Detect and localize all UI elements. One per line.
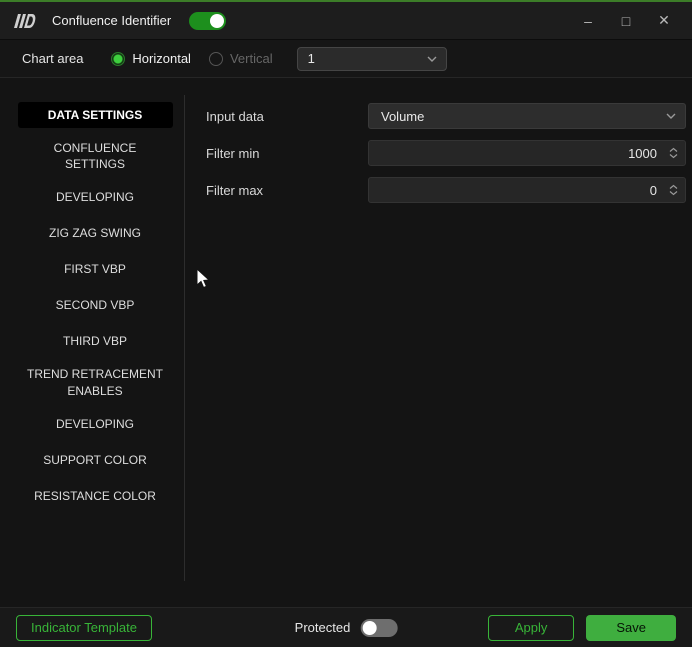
sidebar-divider — [184, 95, 185, 581]
sidebar-item-support-color[interactable]: SUPPORT COLOR — [18, 447, 173, 473]
window-title: Confluence Identifier — [52, 13, 171, 28]
toggle-knob — [210, 14, 224, 28]
minimize-icon[interactable]: – — [574, 7, 602, 35]
protected-label: Protected — [295, 620, 351, 635]
settings-window: Confluence Identifier – □ ✕ Chart area H… — [0, 0, 692, 647]
sidebar-item-third-vbp[interactable]: THIRD VBP — [18, 328, 173, 354]
chart-area-number-value: 1 — [308, 51, 315, 66]
chart-area-row: Chart area Horizontal Vertical 1 — [0, 40, 692, 78]
number-spinner-icon[interactable] — [669, 148, 678, 159]
sidebar-item-developing-1[interactable]: DEVELOPING — [18, 184, 173, 210]
input-data-dropdown[interactable]: Volume — [368, 103, 686, 129]
radio-horizontal-icon — [111, 52, 125, 66]
title-bar: Confluence Identifier – □ ✕ — [0, 2, 692, 40]
toggle-knob — [362, 621, 376, 635]
input-data-row: Input data Volume — [206, 103, 686, 129]
settings-panel: Input data Volume Filter min 1000 — [190, 78, 692, 607]
filter-min-row: Filter min 1000 — [206, 140, 686, 166]
chart-area-number-dropdown[interactable]: 1 — [297, 47, 447, 71]
footer-actions: Apply Save — [488, 615, 676, 641]
save-button[interactable]: Save — [586, 615, 676, 641]
radio-vertical-label: Vertical — [230, 51, 273, 66]
input-data-value: Volume — [381, 109, 424, 124]
sidebar-item-resistance-color[interactable]: RESISTANCE COLOR — [18, 483, 173, 509]
radio-horizontal[interactable]: Horizontal — [111, 51, 191, 66]
filter-min-value: 1000 — [628, 146, 657, 161]
apply-button[interactable]: Apply — [488, 615, 575, 641]
sidebar-item-first-vbp[interactable]: FIRST VBP — [18, 256, 173, 282]
window-controls: – □ ✕ — [574, 7, 678, 35]
content-area: DATA SETTINGS CONFLUENCE SETTINGS DEVELO… — [0, 78, 692, 607]
app-logo-icon — [14, 12, 38, 30]
orientation-radio-group: Horizontal Vertical — [111, 51, 272, 66]
radio-vertical[interactable]: Vertical — [209, 51, 273, 66]
sidebar-item-confluence-settings[interactable]: CONFLUENCE SETTINGS — [18, 138, 173, 174]
filter-min-label: Filter min — [206, 146, 368, 161]
chevron-down-icon — [666, 113, 676, 119]
chevron-down-icon — [427, 56, 437, 62]
indicator-template-button[interactable]: Indicator Template — [16, 615, 152, 641]
filter-max-row: Filter max 0 — [206, 177, 686, 203]
sidebar-item-second-vbp[interactable]: SECOND VBP — [18, 292, 173, 318]
radio-vertical-icon — [209, 52, 223, 66]
filter-max-input[interactable]: 0 — [368, 177, 686, 203]
filter-max-value: 0 — [650, 183, 657, 198]
filter-min-input[interactable]: 1000 — [368, 140, 686, 166]
sidebar: DATA SETTINGS CONFLUENCE SETTINGS DEVELO… — [0, 78, 190, 607]
footer-bar: Indicator Template Protected Apply Save — [0, 607, 692, 647]
sidebar-item-zig-zag-swing[interactable]: ZIG ZAG SWING — [18, 220, 173, 246]
protected-toggle[interactable] — [360, 619, 397, 637]
sidebar-item-trend-retracement-enables[interactable]: TREND RETRACEMENT ENABLES — [18, 364, 173, 400]
protected-group: Protected — [295, 619, 398, 637]
maximize-icon[interactable]: □ — [612, 7, 640, 35]
number-spinner-icon[interactable] — [669, 185, 678, 196]
chart-area-label: Chart area — [22, 51, 83, 66]
radio-horizontal-label: Horizontal — [132, 51, 191, 66]
close-icon[interactable]: ✕ — [650, 7, 678, 35]
input-data-label: Input data — [206, 109, 368, 124]
filter-max-label: Filter max — [206, 183, 368, 198]
sidebar-item-developing-2[interactable]: DEVELOPING — [18, 411, 173, 437]
sidebar-item-data-settings[interactable]: DATA SETTINGS — [18, 102, 173, 128]
indicator-enabled-toggle[interactable] — [189, 12, 226, 30]
